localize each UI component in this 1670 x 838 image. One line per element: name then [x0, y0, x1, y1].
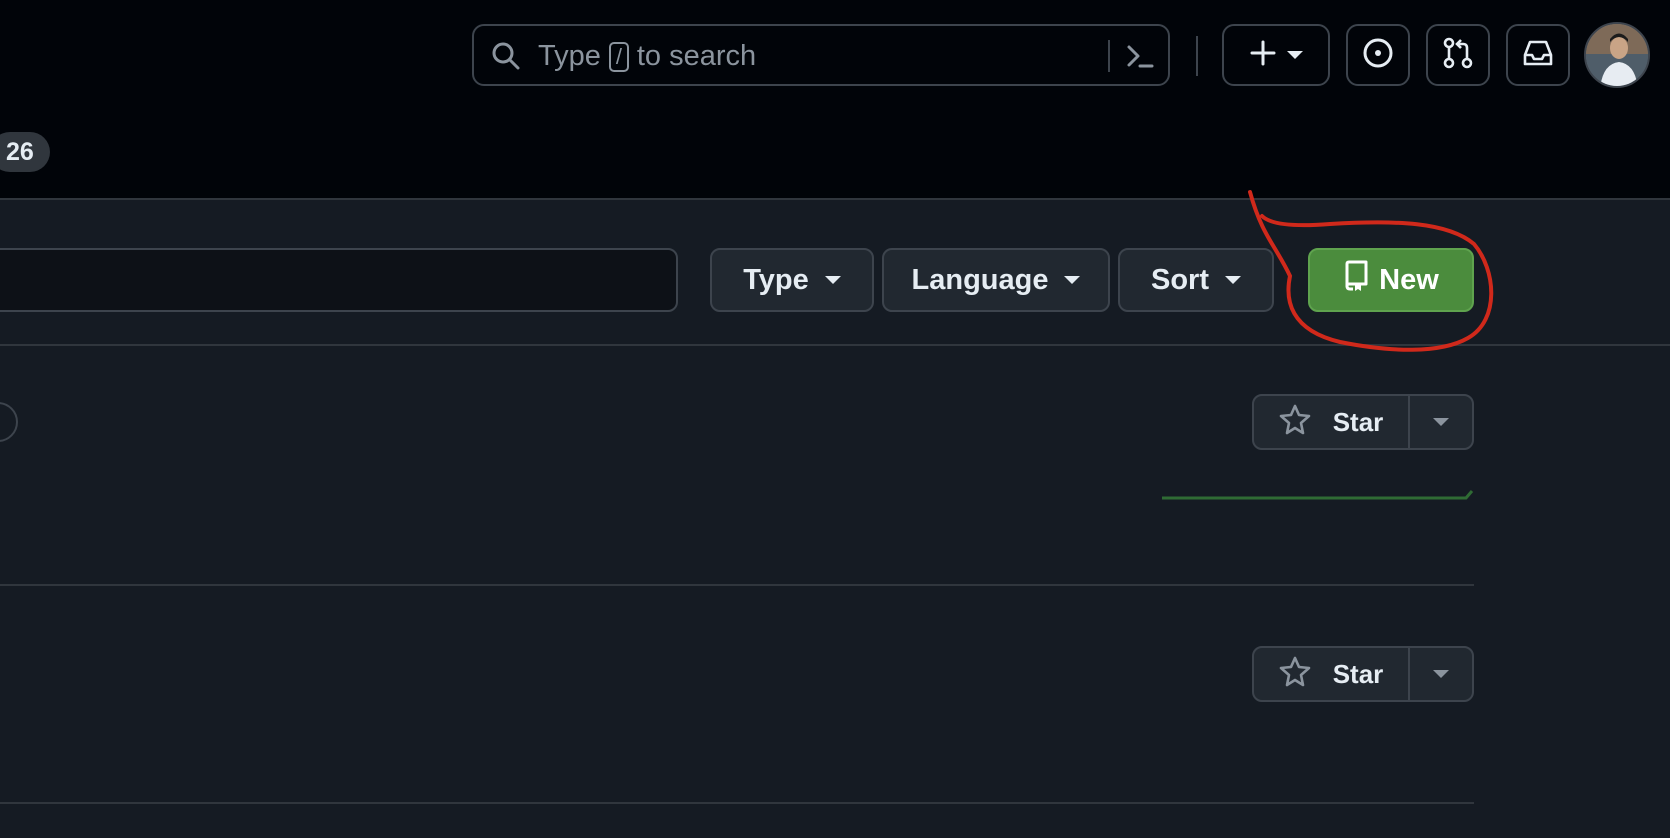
- new-repository-button[interactable]: New: [1308, 248, 1474, 312]
- star-list-dropdown[interactable]: [1410, 396, 1472, 448]
- create-new-button[interactable]: [1222, 24, 1330, 86]
- sort-dropdown[interactable]: Sort: [1118, 248, 1274, 312]
- repo-row-divider: [0, 584, 1474, 586]
- sort-label: Sort: [1151, 263, 1209, 296]
- chevron-down-icon: [1287, 51, 1303, 59]
- star-label: Star: [1332, 658, 1384, 689]
- pull-requests-button[interactable]: [1426, 24, 1490, 86]
- star-button[interactable]: Star: [1254, 648, 1410, 700]
- plus-icon: [1249, 39, 1277, 72]
- language-filter-label: Language: [911, 263, 1049, 296]
- issues-button[interactable]: [1346, 24, 1410, 86]
- repo-visibility-badge: [0, 402, 18, 442]
- repo-icon: [1343, 260, 1369, 300]
- star-icon: [1279, 655, 1311, 694]
- avatar[interactable]: [1584, 22, 1650, 88]
- star-icon: [1279, 403, 1311, 442]
- new-button-label: New: [1379, 263, 1439, 296]
- search-placeholder-prefix: Type: [538, 40, 601, 72]
- search-shortcut-key: /: [608, 41, 629, 72]
- search-placeholder-suffix: to search: [636, 40, 757, 72]
- language-filter-dropdown[interactable]: Language: [882, 248, 1110, 312]
- find-repository-input[interactable]: [0, 248, 678, 312]
- chevron-down-icon: [1433, 670, 1449, 678]
- star-button-group: Star: [1252, 394, 1474, 450]
- issues-icon: [1361, 36, 1395, 75]
- tab-counter-badge: 26: [0, 132, 50, 172]
- search-input[interactable]: Type / to search: [472, 24, 1170, 86]
- inbox-button[interactable]: [1506, 24, 1570, 86]
- command-palette-icon[interactable]: [1124, 40, 1156, 77]
- chevron-down-icon: [1225, 276, 1241, 284]
- activity-sparkline: [1162, 490, 1474, 500]
- star-list-dropdown[interactable]: [1410, 648, 1472, 700]
- repositories-panel: Type Language Sort New Star Star: [0, 200, 1670, 838]
- chevron-down-icon: [1433, 418, 1449, 426]
- search-placeholder: Type / to search: [538, 40, 756, 73]
- star-label: Star: [1332, 406, 1384, 437]
- star-button-group: Star: [1252, 646, 1474, 702]
- type-filter-label: Type: [743, 263, 809, 296]
- chevron-down-icon: [824, 276, 841, 284]
- chevron-down-icon: [1064, 276, 1081, 284]
- type-filter-dropdown[interactable]: Type: [710, 248, 874, 312]
- inbox-icon: [1521, 36, 1555, 75]
- search-divider: [1108, 40, 1110, 72]
- header-separator: [1196, 36, 1198, 76]
- search-icon: [490, 40, 522, 77]
- top-header: Type / to search 26: [0, 0, 1670, 200]
- star-button[interactable]: Star: [1254, 396, 1410, 448]
- repo-row-divider: [0, 802, 1474, 804]
- pull-requests-icon: [1441, 36, 1475, 75]
- toolbar-divider: [0, 344, 1670, 346]
